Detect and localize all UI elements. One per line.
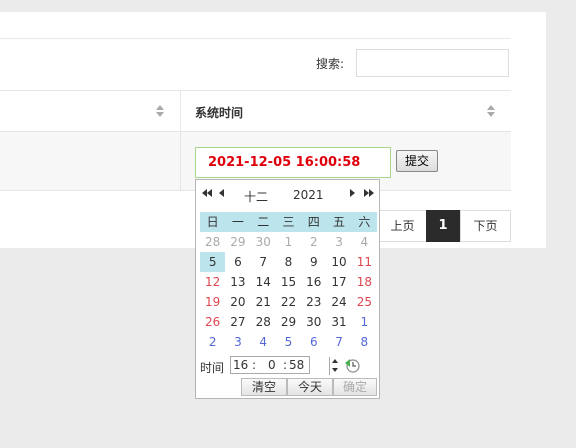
column-header-system-time[interactable]: 系统时间	[195, 104, 243, 121]
search-input[interactable]	[356, 49, 509, 77]
day-cell[interactable]: 19	[200, 292, 225, 312]
day-cell[interactable]: 20	[225, 292, 250, 312]
datetime-input[interactable]: 2021-12-05 16:00:58	[195, 147, 391, 178]
clear-button[interactable]: 清空	[241, 378, 287, 396]
day-cell[interactable]: 5	[276, 332, 301, 352]
day-cell-selected[interactable]: 5	[200, 252, 226, 272]
weekday-label: 六	[358, 215, 371, 229]
day-grid: 28 29 30 1 2 3 4 5 6 7 8 9 10 11 12 13 1…	[200, 232, 377, 352]
day-cell[interactable]: 7	[251, 252, 276, 272]
submit-button[interactable]: 提交	[396, 150, 438, 172]
weekday-label: 四	[307, 215, 320, 229]
weekday-label: 三	[282, 215, 295, 229]
weekday-label: 日	[206, 215, 219, 229]
time-row: 时间 16 : 0 : 58	[200, 356, 377, 376]
week-row: 2 3 4 5 6 7 8	[200, 332, 377, 352]
prev-page-button[interactable]: 上页	[378, 210, 426, 242]
day-cell[interactable]: 7	[326, 332, 351, 352]
date-picker: 十二 2021 日 一 二 三 四 五 六 28 29 30 1 2 3 4 5…	[195, 179, 380, 399]
hour-input[interactable]: 16	[233, 357, 248, 373]
day-cell[interactable]: 25	[352, 292, 377, 312]
week-row: 19 20 21 22 23 24 25	[200, 292, 377, 312]
calendar-month[interactable]: 十二	[244, 188, 268, 205]
day-cell[interactable]: 11	[352, 252, 377, 272]
day-cell[interactable]: 3	[225, 332, 250, 352]
weekday-label: 二	[257, 215, 270, 229]
day-cell[interactable]: 4	[251, 332, 276, 352]
day-cell[interactable]: 30	[251, 232, 276, 252]
day-cell[interactable]: 2	[301, 232, 326, 252]
weekday-header: 日 一 二 三 四 五 六	[200, 212, 377, 232]
day-cell[interactable]: 8	[352, 332, 377, 352]
day-cell[interactable]: 17	[326, 272, 351, 292]
week-row: 26 27 28 29 30 31 1	[200, 312, 377, 332]
day-cell[interactable]: 23	[301, 292, 326, 312]
time-field: 16 : 0 : 58	[230, 356, 338, 375]
day-cell[interactable]: 14	[251, 272, 276, 292]
prev-month-icon[interactable]	[219, 189, 231, 199]
table-header: 系统时间	[0, 90, 511, 132]
sort-icon[interactable]	[156, 105, 164, 117]
day-cell[interactable]: 4	[352, 232, 377, 252]
day-cell[interactable]: 12	[200, 272, 225, 292]
day-cell[interactable]: 29	[276, 312, 301, 332]
day-cell[interactable]: 3	[326, 232, 351, 252]
today-button[interactable]: 今天	[287, 378, 333, 396]
calendar-year[interactable]: 2021	[293, 188, 324, 202]
day-cell[interactable]: 27	[225, 312, 250, 332]
day-cell[interactable]: 31	[326, 312, 351, 332]
time-separator: :	[252, 358, 257, 372]
day-cell[interactable]: 6	[301, 332, 326, 352]
calendar-header: 十二 2021	[196, 180, 379, 210]
weekday-label: 五	[333, 215, 346, 229]
time-spinner[interactable]	[329, 357, 340, 375]
day-cell[interactable]: 2	[200, 332, 225, 352]
week-row: 28 29 30 1 2 3 4	[200, 232, 377, 252]
day-cell[interactable]: 9	[301, 252, 326, 272]
search-label: 搜索:	[316, 57, 345, 71]
minute-input[interactable]: 0	[268, 357, 276, 373]
time-label: 时间	[200, 361, 225, 375]
second-input[interactable]: 58	[289, 357, 304, 373]
week-row: 5 6 7 8 9 10 11	[200, 252, 377, 272]
column-divider	[180, 132, 181, 190]
day-cell[interactable]: 1	[276, 232, 301, 252]
day-cell[interactable]: 24	[326, 292, 351, 312]
ok-button[interactable]: 确定	[333, 378, 377, 396]
day-cell[interactable]: 6	[225, 252, 250, 272]
next-month-icon[interactable]	[350, 189, 362, 199]
day-cell[interactable]: 22	[276, 292, 301, 312]
day-cell[interactable]: 28	[251, 312, 276, 332]
weekday-label: 一	[231, 215, 244, 229]
day-cell[interactable]: 1	[352, 312, 377, 332]
time-separator: :	[283, 358, 288, 372]
week-row: 12 13 14 15 16 17 18	[200, 272, 377, 292]
day-cell[interactable]: 8	[276, 252, 301, 272]
day-cell[interactable]: 26	[200, 312, 225, 332]
sort-icon[interactable]	[487, 105, 495, 117]
clock-icon[interactable]	[344, 357, 360, 373]
day-cell[interactable]: 21	[251, 292, 276, 312]
prev-year-icon[interactable]	[202, 189, 214, 199]
current-page-button[interactable]: 1	[426, 210, 460, 242]
day-cell[interactable]: 10	[326, 252, 351, 272]
column-divider	[180, 91, 181, 131]
day-cell[interactable]: 18	[352, 272, 377, 292]
day-cell[interactable]: 30	[301, 312, 326, 332]
day-cell[interactable]: 13	[225, 272, 250, 292]
day-cell[interactable]: 15	[276, 272, 301, 292]
divider	[0, 38, 511, 39]
next-year-icon[interactable]	[364, 189, 376, 199]
next-page-button[interactable]: 下页	[460, 210, 511, 242]
day-cell[interactable]: 28	[200, 232, 225, 252]
day-cell[interactable]: 29	[225, 232, 250, 252]
day-cell[interactable]: 16	[301, 272, 326, 292]
